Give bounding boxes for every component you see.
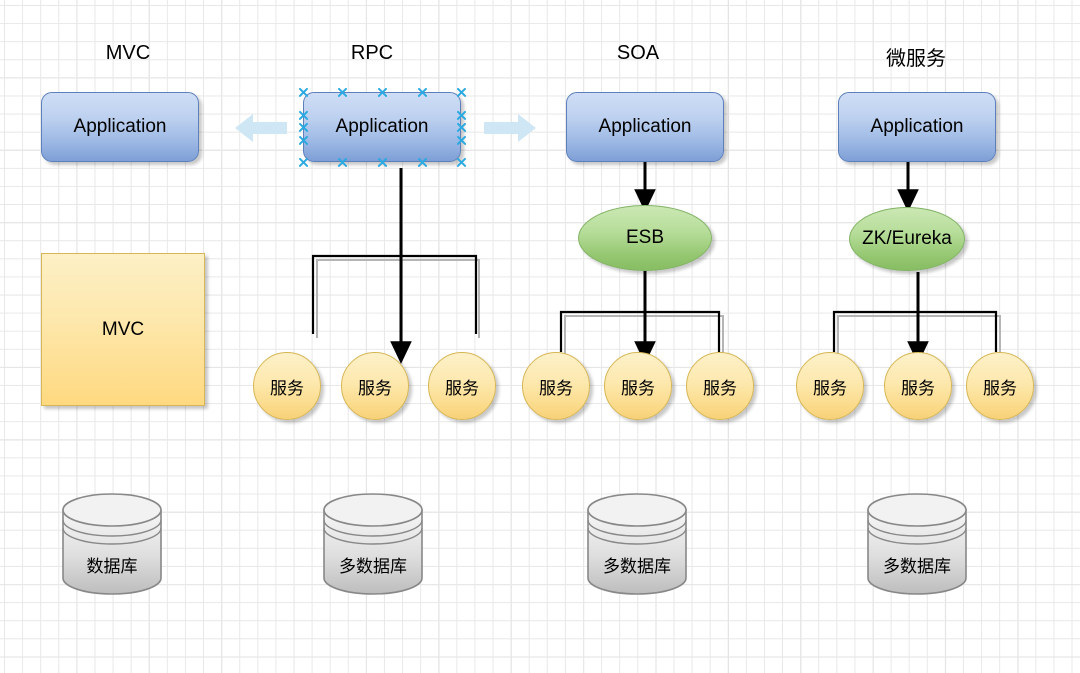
- ms-application-label: Application: [870, 116, 964, 137]
- mvc-database-cylinder[interactable]: 数据库: [58, 490, 166, 598]
- soa-service-label: 服务: [703, 378, 737, 398]
- soa-application-box[interactable]: Application: [566, 92, 724, 162]
- edge-rpc-app-to-services: [311, 168, 480, 365]
- soa-service-circle[interactable]: 服务: [604, 352, 672, 420]
- soa-service-label: 服务: [539, 378, 573, 398]
- ms-service-label: 服务: [813, 378, 847, 398]
- soa-esb-label: ESB: [625, 227, 665, 248]
- ms-database-cylinder[interactable]: 多数据库: [863, 490, 971, 598]
- column-header-microservices: 微服务: [886, 48, 946, 70]
- rpc-service-label: 服务: [358, 378, 392, 398]
- soa-database-cylinder[interactable]: 多数据库: [583, 490, 691, 598]
- soa-service-label: 服务: [621, 378, 655, 398]
- mvc-layer-label: MVC: [101, 318, 145, 340]
- ms-registry-label: ZK/Eureka: [862, 228, 952, 249]
- soa-application-label: Application: [598, 116, 692, 137]
- soa-esb-ellipse[interactable]: ESB: [578, 205, 712, 271]
- mvc-application-box[interactable]: Application: [41, 92, 199, 162]
- soa-service-circle[interactable]: 服务: [686, 352, 754, 420]
- ms-service-circle[interactable]: 服务: [796, 352, 864, 420]
- rpc-service-circle[interactable]: 服务: [428, 352, 496, 420]
- ms-service-circle[interactable]: 服务: [884, 352, 952, 420]
- direction-arrow-right-icon[interactable]: [482, 112, 538, 149]
- rpc-database-cylinder[interactable]: 多数据库: [319, 490, 427, 598]
- rpc-service-circle[interactable]: 服务: [341, 352, 409, 420]
- rpc-application-label: Application: [335, 116, 429, 137]
- soa-service-circle[interactable]: 服务: [522, 352, 590, 420]
- mvc-layer-block[interactable]: MVC: [41, 253, 205, 406]
- ms-service-label: 服务: [901, 378, 935, 398]
- column-header-soa: SOA: [616, 42, 660, 64]
- edge-soa-esb-to-services: [559, 270, 724, 365]
- column-header-rpc: RPC: [350, 42, 394, 64]
- column-header-mvc: MVC: [105, 42, 151, 64]
- rpc-service-circle[interactable]: 服务: [253, 352, 321, 420]
- ms-registry-ellipse[interactable]: ZK/Eureka: [849, 207, 965, 271]
- edge-ms-registry-to-services: [832, 272, 1001, 365]
- ms-application-box[interactable]: Application: [838, 92, 996, 162]
- rpc-service-label: 服务: [270, 378, 304, 398]
- mvc-application-label: Application: [73, 116, 167, 137]
- rpc-service-label: 服务: [445, 378, 479, 398]
- ms-service-label: 服务: [983, 378, 1017, 398]
- rpc-application-box[interactable]: Application: [303, 92, 461, 162]
- direction-arrow-left-icon[interactable]: [233, 112, 289, 149]
- ms-service-circle[interactable]: 服务: [966, 352, 1034, 420]
- diagram-canvas[interactable]: MVC RPC SOA 微服务 Application MVC 数据库 Appl…: [0, 0, 1080, 673]
